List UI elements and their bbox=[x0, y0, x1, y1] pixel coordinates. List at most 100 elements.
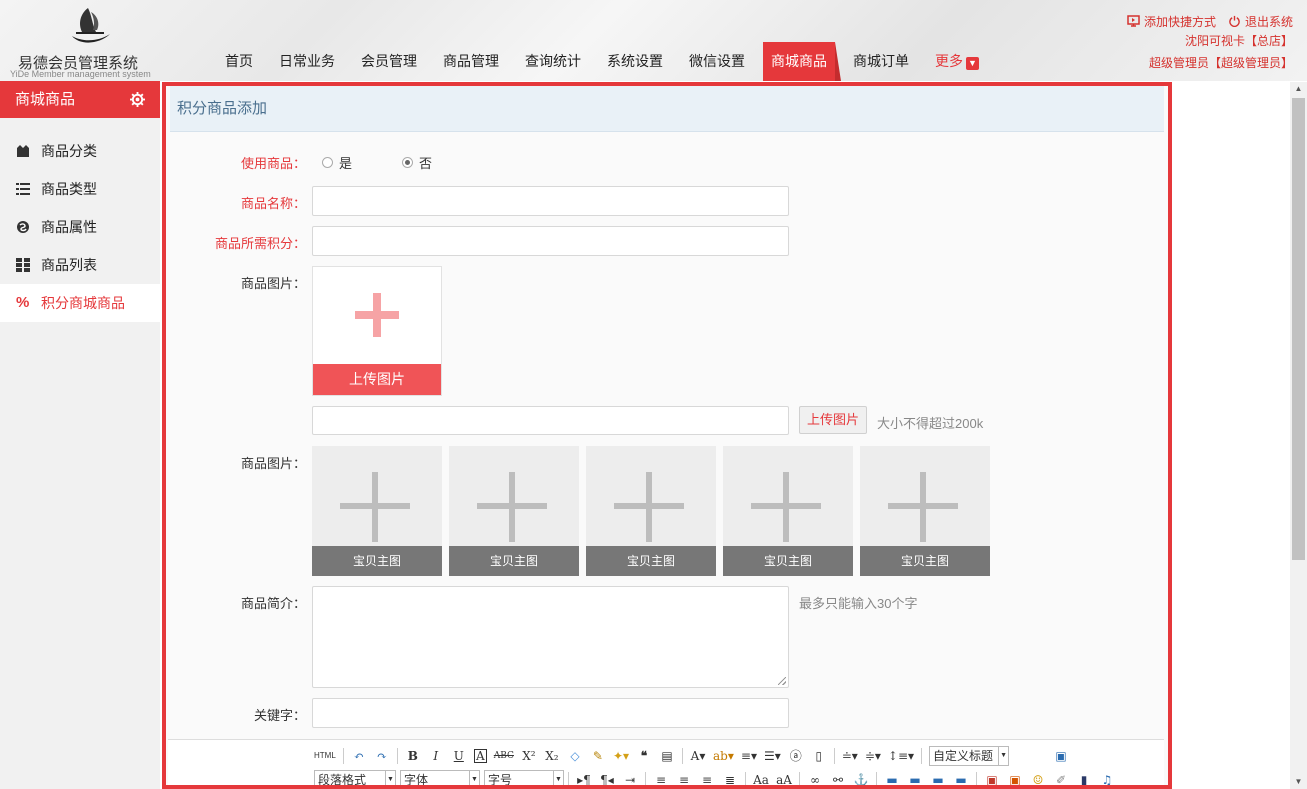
subscript-icon[interactable]: X₂ bbox=[544, 747, 560, 765]
music-icon[interactable]: ♫ bbox=[1099, 771, 1115, 785]
nav-mall-products[interactable]: 商城商品 bbox=[763, 42, 841, 81]
image-float-none-icon[interactable]: ▬ bbox=[884, 771, 900, 785]
emoji-icon[interactable]: ☺ bbox=[1030, 771, 1046, 785]
use-yes-radio[interactable]: 是 bbox=[322, 153, 352, 172]
nav-query-statistics[interactable]: 查询统计 bbox=[517, 42, 589, 81]
intro-textarea[interactable] bbox=[312, 586, 789, 688]
multi-image-icon[interactable]: ▣ bbox=[1007, 771, 1023, 785]
ltr-icon[interactable]: ▸¶ bbox=[576, 771, 592, 785]
font-border-icon[interactable]: A bbox=[473, 749, 487, 763]
blockquote-icon[interactable]: ❝ bbox=[636, 747, 652, 765]
strikethrough-icon[interactable]: ABC bbox=[494, 747, 514, 765]
select-all-icon[interactable]: ⓐ bbox=[788, 747, 804, 765]
use-no-radio[interactable]: 否 bbox=[402, 153, 432, 172]
rtl-icon[interactable]: ¶◂ bbox=[599, 771, 615, 785]
logo[interactable]: 易德会员管理系统 YiDe Member management system bbox=[8, 4, 158, 79]
image-right-icon[interactable]: ▬ bbox=[930, 771, 946, 785]
sidebar-item-list[interactable]: 商品列表 bbox=[0, 246, 160, 284]
font-color-icon[interactable]: A▾ bbox=[690, 747, 706, 765]
video-icon[interactable]: ▮ bbox=[1076, 771, 1092, 785]
font-size-select[interactable]: 字号 ▼ bbox=[484, 770, 564, 785]
radio-yes-dot bbox=[322, 157, 333, 168]
clear-doc-icon[interactable]: ▯ bbox=[811, 747, 827, 765]
points-input[interactable] bbox=[312, 226, 789, 256]
uppercase-icon[interactable]: Aa bbox=[753, 771, 769, 785]
indent-icon[interactable]: ⇥ bbox=[622, 771, 638, 785]
upload-image-button[interactable]: 上传图片 bbox=[313, 364, 441, 395]
custom-title-select[interactable]: 自定义标题 ▼ bbox=[929, 746, 1010, 766]
fullscreen-icon[interactable]: ▣ bbox=[1053, 747, 1069, 765]
link-icon[interactable]: ∞ bbox=[807, 771, 823, 785]
nav-system-settings[interactable]: 系统设置 bbox=[599, 42, 671, 81]
sidebar-item-points-mall[interactable]: % 积分商城商品 bbox=[0, 284, 160, 322]
logo-subtitle: YiDe Member management system bbox=[10, 69, 151, 79]
scrollbar-thumb[interactable] bbox=[1292, 98, 1305, 560]
scroll-down-icon[interactable]: ▼ bbox=[1290, 775, 1307, 789]
paste-plain-icon[interactable]: ▤ bbox=[659, 747, 675, 765]
align-right-icon[interactable]: ≡ bbox=[699, 771, 715, 785]
image-upload-box[interactable]: 上传图片 bbox=[312, 266, 442, 396]
bold-icon[interactable]: B bbox=[405, 747, 421, 765]
italic-icon[interactable]: I bbox=[428, 747, 444, 765]
nav-daily-business[interactable]: 日常业务 bbox=[271, 42, 343, 81]
sidebar-item-attribute[interactable]: 商品属性 bbox=[0, 208, 160, 246]
eraser-icon[interactable]: ◇ bbox=[567, 747, 583, 765]
sidebar-item-type[interactable]: 商品类型 bbox=[0, 170, 160, 208]
thumbnail-slot[interactable]: 宝贝主图 bbox=[312, 446, 442, 576]
sidebar-item-category[interactable]: 商品分类 bbox=[0, 132, 160, 170]
page-scrollbar[interactable]: ▲ ▼ bbox=[1290, 82, 1307, 789]
format-brush-icon[interactable]: ✎ bbox=[590, 747, 606, 765]
upload-button[interactable]: 上传图片 bbox=[799, 406, 867, 434]
align-left-icon[interactable]: ≡ bbox=[653, 771, 669, 785]
thumbnail-caption: 宝贝主图 bbox=[312, 546, 442, 576]
nav-home[interactable]: 首页 bbox=[217, 42, 261, 81]
lowercase-icon[interactable]: aA bbox=[776, 771, 792, 785]
align-justify-icon[interactable]: ≣ bbox=[722, 771, 738, 785]
nav-member-management[interactable]: 会员管理 bbox=[353, 42, 425, 81]
thumbnail-slot[interactable]: 宝贝主图 bbox=[860, 446, 990, 576]
auto-format-icon[interactable]: ✦▾ bbox=[613, 747, 629, 765]
align-center-icon[interactable]: ≡ bbox=[676, 771, 692, 785]
keyword-input[interactable] bbox=[312, 698, 789, 728]
line-height-icon[interactable]: ↕≡▾ bbox=[888, 747, 914, 765]
logout-link[interactable]: 退出系统 bbox=[1245, 13, 1293, 30]
thumbnail-slot[interactable]: 宝贝主图 bbox=[723, 446, 853, 576]
unlink-icon[interactable]: ⚯ bbox=[830, 771, 846, 785]
plus-icon-vertical bbox=[372, 472, 378, 542]
scrawl-icon[interactable]: ✐ bbox=[1053, 771, 1069, 785]
underline-icon[interactable]: U bbox=[451, 747, 467, 765]
anchor-icon[interactable]: ⚓ bbox=[853, 771, 869, 785]
use-product-label: 使用商品： bbox=[240, 156, 306, 171]
highlight-icon[interactable]: ab▾ bbox=[713, 747, 734, 765]
resize-grip-icon[interactable] bbox=[778, 677, 786, 685]
nav-wechat-settings[interactable]: 微信设置 bbox=[681, 42, 753, 81]
redo-icon[interactable]: ↷ bbox=[374, 747, 390, 765]
add-shortcut-link[interactable]: 添加快捷方式 bbox=[1144, 13, 1216, 30]
nav-product-management[interactable]: 商品管理 bbox=[435, 42, 507, 81]
scroll-up-icon[interactable]: ▲ bbox=[1290, 82, 1307, 96]
chevron-down-icon: ▼ bbox=[966, 57, 979, 70]
ordered-list-icon[interactable]: ≡▾ bbox=[741, 747, 757, 765]
image-left-icon[interactable]: ▬ bbox=[907, 771, 923, 785]
product-name-input[interactable] bbox=[312, 186, 789, 216]
row-spacing-bottom-icon[interactable]: ≑▾ bbox=[865, 747, 881, 765]
html-source-icon[interactable]: HTML bbox=[314, 747, 336, 765]
image-path-input[interactable] bbox=[312, 406, 789, 435]
row-spacing-top-icon[interactable]: ≐▾ bbox=[842, 747, 858, 765]
thumbnail-slot[interactable]: 宝贝主图 bbox=[586, 446, 716, 576]
font-family-select[interactable]: 字体 ▼ bbox=[400, 770, 480, 785]
top-header: 易德会员管理系统 YiDe Member management system 首… bbox=[0, 0, 1307, 81]
thumbnail-slot[interactable]: 宝贝主图 bbox=[449, 446, 579, 576]
undo-icon[interactable]: ↶ bbox=[351, 747, 367, 765]
product-image-label: 商品图片： bbox=[240, 276, 306, 291]
power-icon bbox=[1229, 15, 1240, 27]
nav-more[interactable]: 更多 ▼ bbox=[927, 42, 987, 81]
paragraph-select[interactable]: 段落格式 ▼ bbox=[314, 770, 396, 785]
insert-image-icon[interactable]: ▣ bbox=[984, 771, 1000, 785]
superscript-icon[interactable]: X² bbox=[521, 747, 537, 765]
nav-mall-orders[interactable]: 商城订单 bbox=[845, 42, 917, 81]
gear-icon[interactable] bbox=[130, 92, 145, 107]
unordered-list-icon[interactable]: ☰▾ bbox=[764, 747, 781, 765]
grid-icon bbox=[16, 258, 30, 272]
image-center-icon[interactable]: ▬ bbox=[953, 771, 969, 785]
